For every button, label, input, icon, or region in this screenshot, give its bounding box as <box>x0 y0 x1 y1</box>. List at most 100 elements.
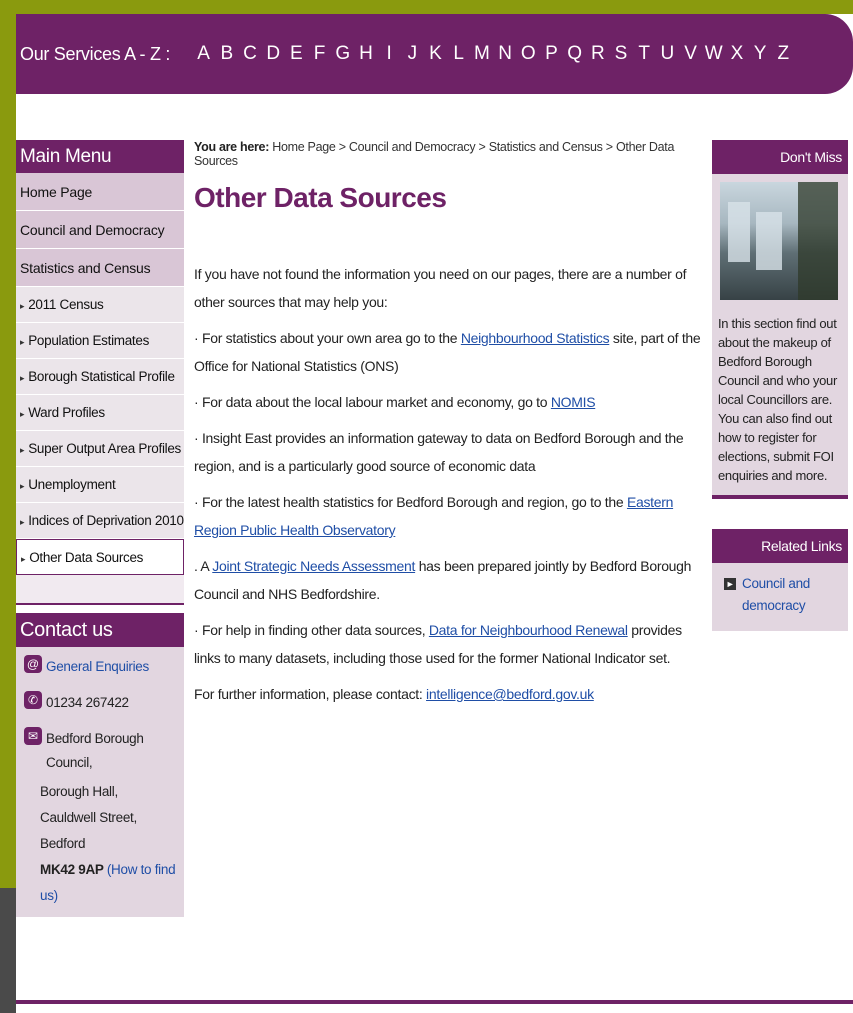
jsna-link[interactable]: Joint Strategic Needs Assessment <box>212 558 415 574</box>
az-letter-w[interactable]: W <box>702 43 725 65</box>
borough-hall-photo[interactable] <box>720 182 838 300</box>
paragraph-renewal: · For help in finding other data sources… <box>194 616 704 672</box>
az-letter-k[interactable]: K <box>424 43 447 65</box>
main-content: You are here: Home Page > Council and De… <box>194 140 704 708</box>
caret-right-icon: ▸ <box>20 301 25 311</box>
dont-miss-text: In this section find out about the makeu… <box>718 316 838 483</box>
sub-menu-item[interactable]: ▸ Unemployment <box>16 467 184 503</box>
sub-menu-item[interactable]: ▸ Population Estimates <box>16 323 184 359</box>
az-letter-i[interactable]: I <box>378 43 401 65</box>
breadcrumb-sep: > <box>605 140 616 154</box>
intelligence-email-link[interactable]: intelligence@bedford.gov.uk <box>426 686 594 702</box>
address-line-2: Borough Hall, <box>40 784 118 799</box>
az-letter-b[interactable]: B <box>215 43 238 65</box>
main-menu-footer <box>16 575 184 605</box>
sub-menu-item-label: Population Estimates <box>28 333 150 348</box>
breadcrumb-council[interactable]: Council and Democracy <box>349 140 476 154</box>
sub-menu-item[interactable]: ▸ Other Data Sources <box>16 539 184 575</box>
sub-menu-item[interactable]: ▸ 2011 Census <box>16 287 184 323</box>
sub-menu-list: ▸ 2011 Census ▸ Population Estimates ▸ Boroug… <box>16 287 184 575</box>
p1-text: · For statistics about your own area go … <box>194 330 461 346</box>
general-enquiries-link[interactable]: General Enquiries <box>46 655 149 679</box>
contact-phone: 01234 267422 <box>46 695 129 710</box>
neighbourhood-statistics-link[interactable]: Neighbourhood Statistics <box>461 330 610 346</box>
caret-right-icon: ▸ <box>20 337 25 347</box>
az-letter-z[interactable]: Z <box>772 43 795 65</box>
related-link-label[interactable]: Council and democracy <box>742 573 842 617</box>
neighbourhood-renewal-link[interactable]: Data for Neighbourhood Renewal <box>429 622 628 638</box>
breadcrumb-sep: > <box>478 140 489 154</box>
main-menu-heading: Main Menu <box>16 140 184 173</box>
az-letter-t[interactable]: T <box>633 43 656 65</box>
related-link-council[interactable]: ► Council and democracy <box>712 563 848 617</box>
az-letter-o[interactable]: O <box>517 43 540 65</box>
paragraph-contact: For further information, please contact:… <box>194 680 704 708</box>
right-column: Don't Miss In this section find out abou… <box>712 140 848 631</box>
paragraph-neighbourhood: · For statistics about your own area go … <box>194 324 704 380</box>
p4-text: · For the latest health statistics for B… <box>194 494 627 510</box>
related-links-heading: Related Links <box>712 529 848 563</box>
az-letter-j[interactable]: J <box>401 43 424 65</box>
menu-item-home-page[interactable]: Home Page <box>16 173 184 211</box>
photo-tree <box>798 182 838 300</box>
breadcrumb-sep: > <box>338 140 349 154</box>
az-letter-p[interactable]: P <box>540 43 563 65</box>
top-olive-strip <box>0 0 853 14</box>
sub-menu-item-label: Super Output Area Profiles <box>28 441 182 456</box>
az-letter-v[interactable]: V <box>679 43 702 65</box>
az-letter-x[interactable]: X <box>725 43 748 65</box>
address-line-1: Bedford Borough Council, <box>46 731 144 770</box>
paragraph-nomis: · For data about the local labour market… <box>194 388 704 416</box>
photo-window <box>756 212 782 270</box>
az-letter-s[interactable]: S <box>609 43 632 65</box>
az-letter-r[interactable]: R <box>586 43 609 65</box>
dont-miss-footer <box>712 495 848 499</box>
az-letter-e[interactable]: E <box>285 43 308 65</box>
az-letter-g[interactable]: G <box>331 43 354 65</box>
sub-menu-item-label: Indices of Deprivation 2010 <box>28 513 184 528</box>
paragraph-health: · For the latest health statistics for B… <box>194 488 704 544</box>
dont-miss-box: Don't Miss In this section find out abou… <box>712 140 848 499</box>
intro-paragraph: If you have not found the information yo… <box>194 266 687 310</box>
left-olive-strip <box>0 0 16 888</box>
az-letter-u[interactable]: U <box>656 43 679 65</box>
sub-menu-item-label: Other Data Sources <box>29 550 144 565</box>
breadcrumb-home[interactable]: Home Page <box>272 140 336 154</box>
p7-text: For further information, please contact: <box>194 686 427 702</box>
page-title: Other Data Sources <box>194 182 447 213</box>
phone-icon: ✆ <box>24 691 42 709</box>
services-az-bar: Our Services A - Z : ABCDEFGHIJKLMNOPQRS… <box>16 14 853 94</box>
caret-right-icon: ▸ <box>20 409 25 419</box>
services-az-title: Our Services A - Z : <box>20 43 171 64</box>
sub-menu-item-label: Unemployment <box>28 477 116 492</box>
address-postcode: MK42 9AP <box>40 862 107 877</box>
az-letter-h[interactable]: H <box>354 43 377 65</box>
breadcrumb-prefix: You are here: <box>194 140 273 154</box>
az-letter-n[interactable]: N <box>493 43 516 65</box>
mail-icon: ✉ <box>24 727 42 745</box>
menu-item-statistics-census[interactable]: Statistics and Census <box>16 249 184 287</box>
menu-item-council-democracy[interactable]: Council and Democracy <box>16 211 184 249</box>
az-letter-f[interactable]: F <box>308 43 331 65</box>
contact-phone-row: ✆ 01234 267422 <box>16 683 184 719</box>
nomis-link[interactable]: NOMIS <box>551 394 596 410</box>
az-letter-c[interactable]: C <box>238 43 261 65</box>
az-letter-l[interactable]: L <box>447 43 470 65</box>
breadcrumb-statistics[interactable]: Statistics and Census <box>489 140 603 154</box>
contact-box: Contact us @ General Enquiries ✆ 01234 2… <box>16 613 184 917</box>
az-letter-y[interactable]: Y <box>749 43 772 65</box>
p2-text: · For data about the local labour market… <box>194 394 551 410</box>
caret-right-icon: ▸ <box>20 481 25 491</box>
az-letter-m[interactable]: M <box>470 43 493 65</box>
left-dark-block <box>0 888 16 1013</box>
az-letter-d[interactable]: D <box>262 43 285 65</box>
sub-menu-item[interactable]: ▸ Borough Statistical Profile <box>16 359 184 395</box>
related-links-box: Related Links ► Council and democracy <box>712 529 848 631</box>
az-letter-a[interactable]: A <box>192 43 215 65</box>
sub-menu-item[interactable]: ▸ Indices of Deprivation 2010 <box>16 503 184 539</box>
caret-right-icon: ▸ <box>20 445 25 455</box>
address-line-4: Bedford <box>40 836 86 851</box>
sub-menu-item[interactable]: ▸ Ward Profiles <box>16 395 184 431</box>
az-letter-q[interactable]: Q <box>563 43 586 65</box>
sub-menu-item[interactable]: ▸ Super Output Area Profiles <box>16 431 184 467</box>
